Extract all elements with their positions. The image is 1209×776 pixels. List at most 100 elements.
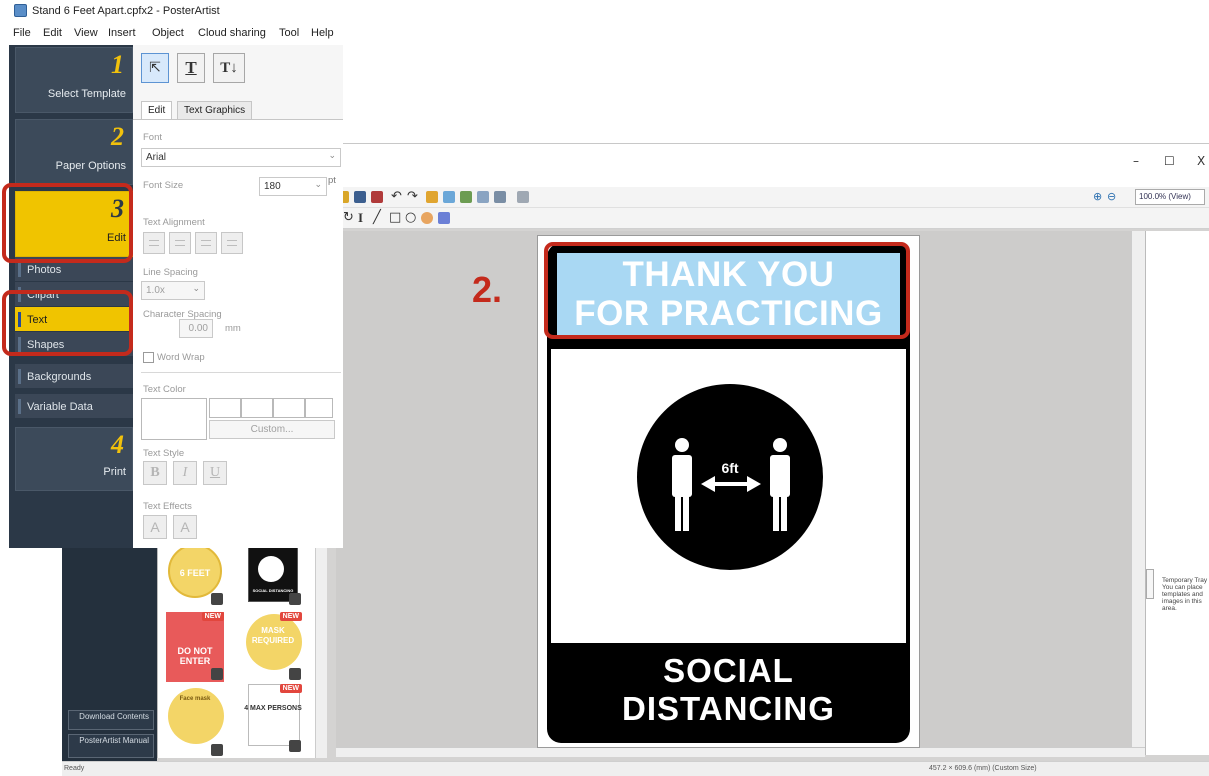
menu-cloud-sharing[interactable]: Cloud sharing <box>198 27 266 39</box>
download-icon[interactable] <box>211 593 223 605</box>
item-marker <box>18 369 21 384</box>
menu-help[interactable]: Help <box>311 27 334 39</box>
color-swatch[interactable] <box>241 398 273 418</box>
thumbnail-max-persons[interactable]: 4 MAX PERSONS NEW <box>244 684 302 752</box>
font-size-select[interactable]: 180 ⌄ <box>259 177 327 196</box>
menu-file[interactable]: File <box>13 27 31 39</box>
bold-button[interactable]: B <box>143 461 167 485</box>
print-icon[interactable] <box>354 191 366 203</box>
align-center-button[interactable] <box>169 232 191 254</box>
menu-insert[interactable]: Insert <box>108 27 136 39</box>
zoom-select[interactable]: 100.0% (View) <box>1135 189 1205 205</box>
text-alignment-label: Text Alignment <box>143 217 205 228</box>
status-bar: Ready 457.2 × 609.6 (mm) (Custom Size) <box>62 761 1209 776</box>
lock-icon[interactable] <box>517 191 529 203</box>
thumbnail-do-not-enter[interactable]: DO NOT ENTER NEW <box>166 612 224 682</box>
thumbnail-social-distancing[interactable]: SOCIAL DISTANCING <box>244 548 302 606</box>
color-swatch[interactable] <box>305 398 333 418</box>
new-badge: NEW <box>201 612 224 621</box>
menu-tool[interactable]: Tool <box>279 27 299 39</box>
layer-icon[interactable] <box>477 191 489 203</box>
thumbnail-label: Face mask <box>179 696 211 702</box>
undo-icon[interactable]: ↶ <box>391 189 402 205</box>
font-size-value: 180 <box>264 181 281 192</box>
titlebar: Stand 6 Feet Apart.cpfx2 - PosterArtist <box>0 0 343 22</box>
step-select-template[interactable]: 1 Select Template <box>15 47 133 113</box>
text-tool-icon[interactable]: I <box>358 210 363 226</box>
download-icon[interactable] <box>211 668 223 680</box>
canvas-horizontal-scrollbar[interactable] <box>336 747 1145 757</box>
download-icon[interactable] <box>289 740 301 752</box>
step-number: 2 <box>111 122 124 151</box>
poster-image-area[interactable]: 6ft <box>551 349 906 643</box>
rotate-icon[interactable]: ↻ <box>343 210 354 226</box>
redo-icon[interactable]: ↷ <box>407 189 418 205</box>
sidebar-lower: Download Contents PosterArtist Manual <box>62 548 157 776</box>
thumbnail-mask-required[interactable]: MASK REQUIRED NEW <box>244 612 302 680</box>
ellipse-tool-icon[interactable]: ○ <box>405 210 416 226</box>
minimize-button[interactable]: – <box>1133 154 1139 168</box>
thumbnail-scrollbar[interactable] <box>315 548 327 758</box>
download-icon[interactable] <box>211 744 223 756</box>
word-wrap-checkbox[interactable] <box>143 352 154 363</box>
group-icon[interactable] <box>460 191 472 203</box>
text-effects-label: Text Effects <box>143 501 192 512</box>
step-paper-options[interactable]: 2 Paper Options <box>15 119 133 185</box>
align-justify-button[interactable] <box>221 232 243 254</box>
shadow-effect-button[interactable]: A <box>173 515 197 539</box>
sidebar-item-backgrounds[interactable]: Backgrounds <box>15 364 133 389</box>
poster-footer-line1[interactable]: SOCIAL <box>547 653 910 689</box>
distribute-icon[interactable] <box>494 191 506 203</box>
distancing-figures-icon <box>672 438 790 531</box>
rectangle-tool-icon[interactable]: □ <box>389 210 401 226</box>
poster-footer-line2[interactable]: DISTANCING <box>547 691 910 727</box>
menu-edit[interactable]: Edit <box>43 27 62 39</box>
text-color-label: Text Color <box>143 384 186 395</box>
outline-effect-button[interactable]: A <box>143 515 167 539</box>
current-color-swatch[interactable] <box>141 398 207 440</box>
align-right-button[interactable] <box>195 232 217 254</box>
export-icon[interactable] <box>371 191 383 203</box>
arrange-icon[interactable] <box>443 191 455 203</box>
menu-view[interactable]: View <box>74 27 98 39</box>
chevron-down-icon: ⌄ <box>328 151 336 161</box>
canvas-vertical-scrollbar[interactable] <box>1131 231 1145 755</box>
sidebar-item-variable-data[interactable]: Variable Data <box>15 394 133 419</box>
thumbnail-face-mask[interactable]: Face mask <box>166 688 224 756</box>
step-print[interactable]: 4 Print <box>15 427 133 491</box>
zoom-out-icon[interactable]: ⊖ <box>1107 190 1116 203</box>
temporary-tray[interactable]: Temporary Tray You can place templates a… <box>1145 231 1209 755</box>
thumbnail-6-feet[interactable]: 6 FEET <box>166 548 224 606</box>
italic-button[interactable]: I <box>173 461 197 485</box>
manual-button[interactable]: PosterArtist Manual <box>68 734 154 758</box>
tab-text-graphics[interactable]: Text Graphics <box>177 101 253 120</box>
hand-tool-icon[interactable] <box>421 212 433 224</box>
line-tool-icon[interactable]: ╱ <box>373 210 381 226</box>
window-title: Stand 6 Feet Apart.cpfx2 - PosterArtist <box>32 5 220 17</box>
maximize-button[interactable]: ☐ <box>1164 154 1175 168</box>
tray-handle[interactable] <box>1146 569 1154 599</box>
download-icon[interactable] <box>289 593 301 605</box>
font-value: Arial <box>146 152 167 163</box>
eyedropper-icon[interactable] <box>438 212 450 224</box>
download-contents-button[interactable]: Download Contents <box>68 710 154 730</box>
align-icon[interactable] <box>426 191 438 203</box>
vertical-text-button[interactable]: T↓ <box>213 53 245 83</box>
line-spacing-select[interactable]: 1.0x ⌄ <box>141 281 205 300</box>
select-tool-button[interactable]: ⇱ <box>141 53 169 83</box>
menu-object[interactable]: Object <box>152 27 184 39</box>
chevron-down-icon: ⌄ <box>314 180 322 190</box>
close-button[interactable]: X <box>1197 154 1205 168</box>
download-icon[interactable] <box>289 668 301 680</box>
font-select[interactable]: Arial ⌄ <box>141 148 341 167</box>
color-swatch[interactable] <box>209 398 241 418</box>
custom-color-button[interactable]: Custom... <box>209 420 335 439</box>
zoom-in-icon[interactable]: ⊕ <box>1093 190 1102 203</box>
tab-edit[interactable]: Edit <box>141 101 173 120</box>
status-text: Ready <box>64 765 85 772</box>
align-left-button[interactable] <box>143 232 165 254</box>
underline-button[interactable]: U <box>203 461 227 485</box>
color-swatch[interactable] <box>273 398 305 418</box>
character-spacing-input[interactable]: 0.00 <box>179 319 213 338</box>
horizontal-text-button[interactable]: T <box>177 53 205 83</box>
